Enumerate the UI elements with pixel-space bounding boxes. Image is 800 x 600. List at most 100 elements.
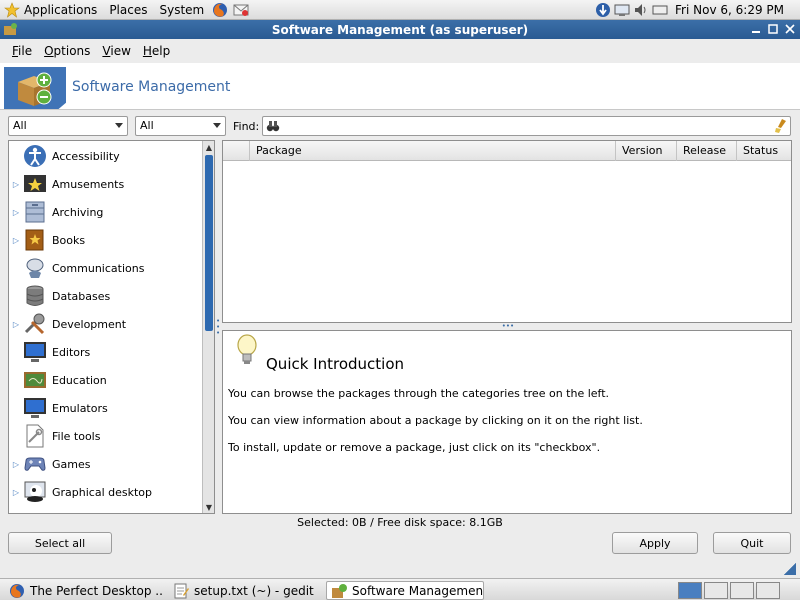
- category-item[interactable]: ▷ Amusements: [9, 170, 203, 198]
- places-menu-label: Places: [109, 2, 148, 17]
- firefox-launcher[interactable]: [211, 1, 229, 19]
- scrollbar-thumb[interactable]: [205, 155, 213, 331]
- volume-icon[interactable]: [633, 2, 649, 18]
- databases-icon: [26, 285, 44, 306]
- quit-label: Quit: [740, 536, 764, 550]
- apply-button[interactable]: Apply: [612, 532, 698, 554]
- category-label: Archiving: [52, 205, 104, 219]
- scroll-down-icon[interactable]: ▼: [203, 501, 214, 513]
- workspace-1[interactable]: [678, 582, 702, 599]
- find-input[interactable]: [285, 118, 765, 134]
- clear-icon[interactable]: [775, 119, 787, 133]
- applications-menu[interactable]: Applications: [0, 0, 101, 20]
- column-checkbox[interactable]: [223, 141, 249, 161]
- package-list-header: Package Version Release Status: [223, 141, 791, 161]
- pane-resize-handle[interactable]: •••: [498, 323, 518, 330]
- emulators-icon: [24, 398, 46, 418]
- window-title: Software Management (as superuser): [271, 22, 529, 37]
- taskbar-button-firefox[interactable]: The Perfect Desktop ...: [4, 581, 164, 600]
- minimize-button[interactable]: [749, 22, 763, 36]
- archiving-icon: [25, 201, 45, 223]
- category-item[interactable]: Accessibility: [9, 142, 203, 170]
- column-version[interactable]: Version: [615, 141, 676, 161]
- category-item[interactable]: ▷ Graphical desktop: [9, 478, 203, 506]
- status-filter-value: All: [140, 119, 154, 132]
- column-package[interactable]: Package: [249, 141, 615, 161]
- column-release[interactable]: Release: [676, 141, 736, 161]
- minimize-icon: [752, 31, 760, 33]
- mail-launcher[interactable]: [232, 1, 250, 19]
- app-banner: Software Management: [0, 63, 800, 110]
- taskbar-label: The Perfect Desktop ...: [30, 583, 164, 598]
- workspace-3[interactable]: [730, 582, 754, 599]
- taskbar-button-software-management[interactable]: Software Managemen...: [326, 581, 484, 600]
- expander-arrow-icon[interactable]: ▷: [12, 320, 20, 329]
- graphical-desktop-icon: [24, 481, 46, 502]
- category-item[interactable]: Databases: [9, 282, 203, 310]
- binoculars-icon[interactable]: [266, 119, 280, 133]
- find-label: Find:: [233, 120, 260, 133]
- software-manager-icon: [332, 583, 347, 598]
- info-pane: Quick Introduction You can browse the pa…: [222, 330, 792, 514]
- window-titlebar[interactable]: Software Management (as superuser): [0, 20, 800, 39]
- places-menu[interactable]: Places: [101, 0, 151, 20]
- menu-options[interactable]: Options: [44, 44, 90, 58]
- info-line: You can view information about a package…: [228, 414, 643, 427]
- quit-button[interactable]: Quit: [713, 532, 791, 554]
- keyboard-icon[interactable]: [652, 2, 668, 18]
- category-item[interactable]: ▷ Development: [9, 310, 203, 338]
- category-scrollbar[interactable]: ▲ ▼: [202, 141, 214, 513]
- category-item[interactable]: Editors: [9, 338, 203, 366]
- resize-grip[interactable]: [784, 563, 796, 575]
- text-editor-icon: [174, 583, 189, 598]
- select-all-button[interactable]: Select all: [8, 532, 112, 554]
- firefox-icon: [213, 2, 228, 17]
- category-label: Books: [52, 233, 86, 247]
- close-window-button[interactable]: [783, 22, 797, 36]
- category-item[interactable]: Emulators: [9, 394, 203, 422]
- workspace-4[interactable]: [756, 582, 780, 599]
- menu-help[interactable]: Help: [143, 44, 170, 58]
- editors-icon: [24, 342, 46, 362]
- taskbar-button-gedit[interactable]: setup.txt (~) - gedit: [168, 581, 323, 600]
- expander-arrow-icon[interactable]: ▷: [12, 460, 20, 469]
- expander-arrow-icon[interactable]: ▷: [12, 236, 20, 245]
- category-tree[interactable]: Accessibility ▷ Amusements ▷ Archiving ▷ Books…: [8, 140, 215, 514]
- side-pane-handle[interactable]: • • •: [216, 318, 221, 338]
- category-item[interactable]: Education: [9, 366, 203, 394]
- group-filter-combo[interactable]: All: [8, 116, 128, 136]
- scroll-up-icon[interactable]: ▲: [203, 141, 214, 153]
- column-status[interactable]: Status: [736, 141, 791, 161]
- maximize-button[interactable]: [766, 22, 780, 36]
- category-item[interactable]: Communications: [9, 254, 203, 282]
- file-tools-icon: [26, 424, 44, 448]
- category-item[interactable]: File tools: [9, 422, 203, 450]
- maximize-icon: [768, 24, 778, 34]
- close-icon: [785, 24, 795, 34]
- system-menu[interactable]: System: [151, 0, 208, 20]
- expander-arrow-icon[interactable]: ▷: [12, 488, 20, 497]
- category-item[interactable]: ▷ Books: [9, 226, 203, 254]
- workspace-2[interactable]: [704, 582, 728, 599]
- applications-menu-label: Applications: [24, 2, 98, 17]
- expander-arrow-icon[interactable]: ▷: [12, 180, 20, 189]
- education-icon: [24, 372, 46, 388]
- package-list[interactable]: Package Version Release Status: [222, 140, 792, 323]
- expander-arrow-icon[interactable]: ▷: [12, 208, 20, 217]
- menu-file[interactable]: File: [12, 44, 32, 58]
- category-item[interactable]: ▷ Archiving: [9, 198, 203, 226]
- category-label: Communications: [52, 261, 145, 275]
- category-label: File tools: [52, 429, 101, 443]
- category-item[interactable]: ▷ Games: [9, 450, 203, 478]
- taskbar-label: setup.txt (~) - gedit: [194, 583, 314, 598]
- category-label: Graphical desktop: [52, 485, 153, 499]
- menu-view[interactable]: View: [102, 44, 130, 58]
- lightbulb-icon: [237, 334, 257, 364]
- update-notifier-icon[interactable]: [595, 2, 611, 18]
- category-label: Editors: [52, 345, 91, 359]
- network-icon[interactable]: [614, 2, 630, 18]
- find-box[interactable]: [262, 116, 791, 136]
- status-filter-combo[interactable]: All: [135, 116, 226, 136]
- info-heading: Quick Introduction: [266, 355, 405, 373]
- clock[interactable]: Fri Nov 6, 6:29 PM: [675, 3, 784, 17]
